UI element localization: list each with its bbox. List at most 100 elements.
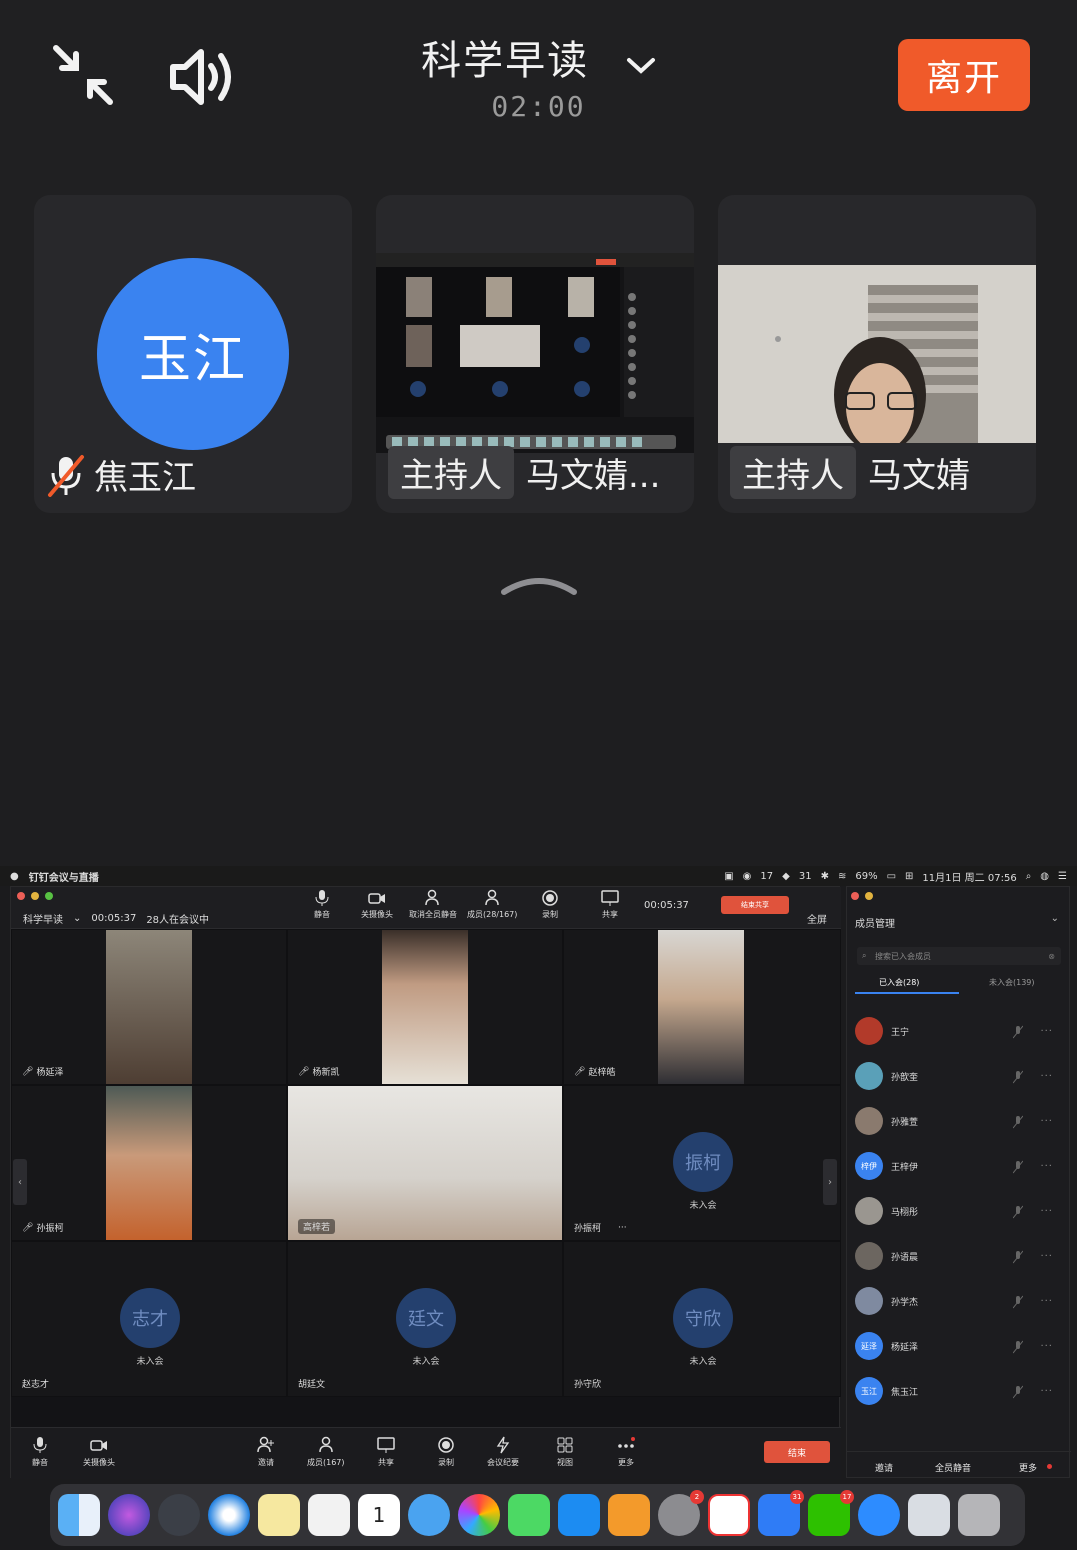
member-row[interactable]: 马栩彤 ···: [855, 1191, 1063, 1231]
search-icon[interactable]: ⌕: [1026, 871, 1032, 882]
more-icon[interactable]: ···: [618, 1223, 627, 1233]
invite-button[interactable]: 邀请: [875, 1461, 893, 1474]
wps-icon[interactable]: [708, 1494, 750, 1536]
siri-icon[interactable]: [108, 1494, 150, 1536]
member-search-input[interactable]: ⌕ 搜索已入会成员 ⊗: [857, 947, 1061, 965]
bottom-more-button[interactable]: 更多: [617, 1436, 635, 1468]
bluetooth-icon[interactable]: ✱: [821, 871, 829, 882]
member-row[interactable]: 孙雅萱 ···: [855, 1101, 1063, 1141]
toolbar-record-button[interactable]: 录制: [541, 889, 559, 920]
app-store-icon[interactable]: [558, 1494, 600, 1536]
window-meeting-name[interactable]: 科学早读: [23, 911, 63, 926]
calendar-icon[interactable]: 1: [358, 1494, 400, 1536]
fullscreen-button[interactable]: 全屏: [807, 911, 827, 926]
apple-icon[interactable]: ●: [10, 871, 19, 882]
phone-icon[interactable]: 振柯: [673, 1132, 733, 1192]
wechat-icon[interactable]: ◉: [743, 871, 752, 882]
mute-all-button[interactable]: 全员静音: [935, 1461, 971, 1474]
more-icon[interactable]: ···: [1040, 1341, 1053, 1352]
mic-muted-icon[interactable]: [1012, 1384, 1024, 1399]
more-icon[interactable]: ···: [1040, 1026, 1053, 1037]
video-cell[interactable]: 高梓若: [287, 1085, 563, 1241]
wifi-icon[interactable]: ≋: [838, 871, 846, 882]
bottom-minutes-button[interactable]: 会议纪要: [487, 1436, 519, 1468]
battery-icon[interactable]: ▭: [887, 871, 896, 882]
member-row[interactable]: 王宁 ···: [855, 1011, 1063, 1051]
bottom-share-button[interactable]: 共享: [377, 1436, 395, 1468]
mic-muted-icon[interactable]: [1012, 1159, 1024, 1174]
input-method-icon[interactable]: ⊞: [905, 871, 913, 882]
dingtalk-icon[interactable]: 31: [758, 1490, 804, 1536]
member-row[interactable]: 玉江 焦玉江 ···: [855, 1371, 1063, 1411]
leave-button[interactable]: 离开: [898, 39, 1030, 111]
mic-muted-icon[interactable]: [1012, 1069, 1024, 1084]
mic-muted-icon[interactable]: [1012, 1294, 1024, 1309]
tab-joined[interactable]: 已入会(28): [879, 977, 919, 988]
toolbar-members-button[interactable]: 成员(28/167): [467, 889, 517, 920]
facetime-icon[interactable]: [508, 1494, 550, 1536]
end-meeting-button[interactable]: 结束: [764, 1441, 830, 1463]
tab-not-joined[interactable]: 未入会(139): [989, 977, 1035, 988]
video-cell[interactable]: 守欣 未入会 孙守欣: [563, 1241, 841, 1397]
member-row[interactable]: 孙歆奎 ···: [855, 1056, 1063, 1096]
messages-icon[interactable]: [408, 1494, 450, 1536]
member-row[interactable]: 梓伊 王梓伊 ···: [855, 1146, 1063, 1186]
stop-share-button[interactable]: 结束共享: [721, 896, 789, 914]
mic-muted-icon[interactable]: [1012, 1114, 1024, 1129]
bottom-members-button[interactable]: 成员(167): [307, 1436, 345, 1468]
siri-icon[interactable]: ◍: [1040, 871, 1049, 882]
participant-tile[interactable]: 玉江 焦玉江: [34, 195, 352, 513]
video-cell[interactable]: 🎤︎ 孙振柯: [11, 1085, 287, 1241]
mic-muted-icon[interactable]: [1012, 1249, 1024, 1264]
member-row[interactable]: 延泽 杨延泽 ···: [855, 1326, 1063, 1366]
video-cell[interactable]: 🎤︎ 赵梓皓: [563, 929, 841, 1085]
wechat-icon[interactable]: 17: [808, 1490, 854, 1536]
more-icon[interactable]: ···: [1040, 1161, 1053, 1172]
chevron-up-icon[interactable]: [500, 572, 578, 596]
chevron-down-icon[interactable]: ⌄: [73, 913, 81, 924]
notes-icon[interactable]: [258, 1494, 300, 1536]
menubar-app-name[interactable]: 钉钉会议与直播: [29, 869, 99, 884]
toolbar-camera-button[interactable]: 关摄像头: [361, 889, 393, 920]
photos-icon[interactable]: [458, 1494, 500, 1536]
more-icon[interactable]: ···: [1040, 1116, 1053, 1127]
bottom-mute-button[interactable]: 静音: [31, 1436, 49, 1468]
maximize-window-button[interactable]: [45, 892, 53, 900]
video-cell[interactable]: 振柯 未入会 孙振柯 ···: [563, 1085, 841, 1241]
reminders-icon[interactable]: [308, 1494, 350, 1536]
panel-more-button[interactable]: 更多: [1019, 1461, 1037, 1474]
phone-icon[interactable]: 廷文: [396, 1288, 456, 1348]
toolbar-share-button[interactable]: 共享: [601, 889, 619, 920]
toolbar-unmute-all-button[interactable]: 取消全员静音: [409, 889, 457, 920]
page-right-button[interactable]: ›: [823, 1159, 837, 1205]
more-icon[interactable]: ···: [1040, 1251, 1053, 1262]
finder-icon[interactable]: [58, 1494, 100, 1536]
toolbar-mute-button[interactable]: 静音: [313, 889, 331, 920]
video-cell[interactable]: 廷文 未入会 胡廷文: [287, 1241, 563, 1397]
mic-muted-icon[interactable]: [1012, 1204, 1024, 1219]
bottom-invite-button[interactable]: 邀请: [257, 1436, 275, 1468]
launchpad-icon[interactable]: [158, 1494, 200, 1536]
bottom-camera-button[interactable]: 关摄像头: [83, 1436, 115, 1468]
settings-icon[interactable]: 2: [658, 1490, 704, 1536]
dingtalk-icon[interactable]: ◆: [782, 871, 790, 882]
bottom-view-button[interactable]: 视图: [556, 1436, 574, 1468]
phone-icon[interactable]: 志才: [120, 1288, 180, 1348]
mic-muted-icon[interactable]: [1012, 1339, 1024, 1354]
more-icon[interactable]: ···: [1040, 1386, 1053, 1397]
phone-icon[interactable]: 守欣: [673, 1288, 733, 1348]
minimize-panel-button[interactable]: [865, 892, 873, 900]
video-cell[interactable]: 志才 未入会 赵志才: [11, 1241, 287, 1397]
more-icon[interactable]: ···: [1040, 1071, 1053, 1082]
shared-screen-tile[interactable]: 主持人 马文婧...: [376, 195, 694, 513]
trash-icon[interactable]: [958, 1494, 1000, 1536]
clear-icon[interactable]: ⊗: [1048, 952, 1055, 961]
books-icon[interactable]: [608, 1494, 650, 1536]
wps-icon[interactable]: ▣: [724, 871, 733, 882]
zoom-icon[interactable]: [858, 1494, 900, 1536]
participant-tile[interactable]: 主持人 马文婧: [718, 195, 1036, 513]
menubar-datetime[interactable]: 11月1日 周二 07:56: [922, 869, 1016, 884]
video-cell[interactable]: 🎤︎ 杨延泽: [11, 929, 287, 1085]
safari-icon[interactable]: [208, 1494, 250, 1536]
mic-muted-icon[interactable]: [1012, 1024, 1024, 1039]
